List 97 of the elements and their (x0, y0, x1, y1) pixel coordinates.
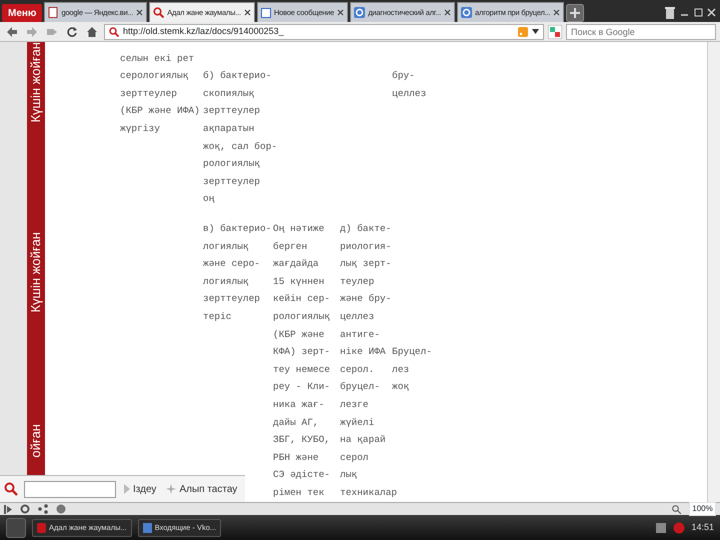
table-cell: б) бактерио- (203, 70, 272, 82)
table-cell: Бруцел- (392, 346, 432, 358)
table-cell: рологиялық (203, 158, 260, 170)
search-icon (4, 482, 18, 496)
scrollbar[interactable] (707, 42, 720, 502)
table-cell: ЗБГ, КУБО, (273, 434, 330, 446)
table-cell: 15 күннен (273, 276, 324, 287)
table-cell: целлез (340, 310, 374, 322)
table-cell: серол (340, 452, 369, 463)
table-cell: зерттеулер (203, 105, 260, 116)
start-button[interactable] (6, 518, 26, 538)
table-cell: зерттеулер (120, 88, 178, 99)
menu-button[interactable]: Меню (2, 4, 42, 22)
table-cell: антиге- (340, 328, 380, 340)
table-cell: серологиялық (120, 70, 188, 82)
table-cell: жағдайда (273, 258, 319, 270)
back-icon (6, 26, 18, 38)
close-icon[interactable] (553, 9, 560, 16)
browser-icon[interactable] (673, 522, 686, 534)
address-field[interactable]: http://old.stemk.kz/laz/docs/914000253_ (104, 24, 544, 40)
table-cell: және бру- (340, 293, 392, 304)
table-cell: на қарай (340, 434, 386, 446)
table-cell: жүйелі (340, 416, 374, 428)
table-cell: жүргізу (120, 123, 160, 134)
table-cell: д) бакте- (340, 223, 392, 234)
clock: 14:51 (691, 520, 714, 534)
trash-icon[interactable] (664, 6, 676, 20)
table-cell: дайы АГ, (273, 416, 319, 428)
zoom-icon[interactable] (672, 504, 682, 514)
table-cell: КФА) зерт- (273, 346, 330, 358)
table-cell: зерттеулер (203, 293, 260, 304)
table-cell: ақпаратын (203, 123, 254, 134)
table-cell: берген (273, 240, 308, 252)
home-icon (86, 26, 98, 38)
table-cell: оң (203, 193, 214, 204)
table-cell: в) бактерио- (203, 223, 272, 234)
table-cell: риология- (340, 240, 392, 252)
table-cell: рологиялық (273, 310, 330, 322)
table-cell: зерттеулер (203, 176, 260, 187)
vertical-label: ойған (27, 424, 44, 458)
table-cell: және серо- (203, 258, 260, 270)
page-icon (48, 7, 58, 18)
search-icon (153, 7, 164, 18)
table-cell: жоқ (392, 381, 410, 392)
rss-icon (518, 26, 528, 36)
close-icon[interactable] (244, 9, 251, 16)
find-field[interactable] (24, 480, 116, 498)
table-cell: лық (340, 469, 358, 480)
table-cell: жоқ, сал бор- (203, 140, 278, 152)
table-cell: ніке ИФА (340, 346, 386, 358)
page-icon (260, 8, 271, 18)
table-cell: бру- (392, 70, 415, 82)
table-cell: (КБР және ИФА) (120, 105, 200, 116)
document-icon (142, 522, 152, 532)
table-cell: лез (392, 364, 410, 375)
table-cell: теу немесе (273, 364, 330, 375)
clear-button[interactable]: Алып тастау (164, 482, 240, 496)
table-cell: серол. (340, 364, 374, 375)
table-cell: логиялық (203, 276, 249, 287)
zoom-level[interactable]: 100% (689, 502, 716, 516)
search-button[interactable]: Іздеу (122, 482, 158, 496)
table-cell: ника жағ- (273, 398, 324, 410)
sparkle-icon (166, 484, 176, 494)
table-cell: теріс (203, 310, 232, 322)
close-icon[interactable] (444, 9, 452, 16)
reload-icon (66, 26, 78, 38)
table-cell: целлез (392, 88, 426, 99)
close-icon[interactable] (337, 9, 344, 16)
browser-icon (37, 522, 46, 532)
table-cell: техникалар (340, 486, 398, 498)
maximize-icon[interactable] (694, 8, 702, 18)
play-icon (124, 484, 130, 494)
close-icon[interactable] (136, 9, 144, 16)
forward-icon (26, 26, 38, 38)
share-icon[interactable] (38, 504, 48, 514)
caret-icon[interactable] (532, 29, 539, 34)
table-cell: скопиялық (203, 88, 254, 99)
table-cell: реу - Кли- (273, 381, 330, 392)
table-cell: кейін сер- (273, 293, 330, 304)
panel-toggle-icon[interactable] (4, 504, 12, 514)
table-cell: РБН және (273, 452, 319, 463)
table-cell: лезге (340, 398, 369, 410)
table-cell: бруцел- (340, 381, 380, 392)
add-tab-icon[interactable] (566, 4, 584, 22)
table-cell: теулер (340, 276, 374, 287)
table-cell: Оң нәтиже (273, 223, 324, 234)
table-cell: СЭ әдісте- (273, 469, 330, 480)
vertical-label: Күшін жойған (27, 42, 44, 123)
search-icon (109, 26, 119, 36)
vertical-label: Күшін жойған (27, 232, 44, 313)
table-cell: лық зерт- (340, 258, 392, 270)
table-cell: логиялық (203, 240, 249, 252)
search-field[interactable]: Поиск в Google (566, 24, 716, 40)
tray-icon[interactable] (655, 522, 668, 534)
table-cell: селын екі рет (120, 52, 194, 64)
table-cell: рімен тек (273, 486, 324, 498)
table-cell: (КБР және (273, 328, 324, 340)
